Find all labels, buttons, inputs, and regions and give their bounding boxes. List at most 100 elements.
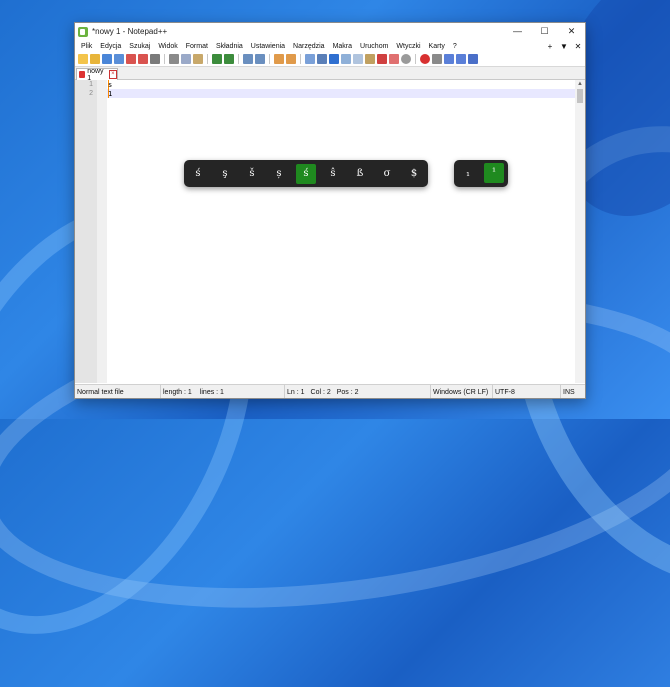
status-length-lines: length : 1 lines : 1	[161, 385, 285, 398]
zoom-in-icon[interactable]	[274, 54, 284, 64]
scroll-thumb[interactable]	[577, 89, 583, 103]
new-tab-button[interactable]: +	[543, 42, 557, 51]
accent-option[interactable]: š	[242, 164, 262, 184]
undo-icon[interactable]	[212, 54, 222, 64]
status-ln: Ln : 1	[287, 388, 305, 396]
menu-skladnia[interactable]: Składnia	[212, 43, 247, 50]
toolbar-separator	[269, 54, 270, 64]
zoom-out-icon[interactable]	[286, 54, 296, 64]
cut-icon[interactable]	[169, 54, 179, 64]
doc-map-icon[interactable]	[353, 54, 363, 64]
replace-icon[interactable]	[255, 54, 265, 64]
close-file-icon[interactable]	[126, 54, 136, 64]
menu-bar: Plik Edycja Szukaj Widok Format Składnia…	[75, 40, 585, 52]
status-pos: Pos : 2	[336, 388, 359, 396]
title-bar[interactable]: *nowy 1 - Notepad++ — ☐ ✕	[75, 23, 585, 40]
fold-margin	[97, 80, 107, 383]
line-number-gutter: 1 2	[75, 80, 97, 383]
status-col: Col : 2	[310, 388, 331, 396]
menu-makra[interactable]: Makra	[329, 43, 356, 50]
status-encoding[interactable]: UTF-8	[493, 385, 561, 398]
accent-option[interactable]: ś	[188, 164, 208, 184]
menu-right-controls: + ▼ ✕	[543, 42, 585, 51]
menu-narzedzia[interactable]: Narzędzia	[289, 43, 329, 50]
copy-icon[interactable]	[181, 54, 191, 64]
menu-edycja[interactable]: Edycja	[96, 43, 125, 50]
tab-nowy-1[interactable]: nowy 1 ×	[76, 68, 118, 82]
status-ins[interactable]: INS	[561, 385, 585, 398]
menu-widok[interactable]: Widok	[154, 43, 181, 50]
accent-option[interactable]: σ	[377, 164, 397, 184]
word-wrap-icon[interactable]	[317, 54, 327, 64]
toolbar-separator	[300, 54, 301, 64]
menu-ustawienia[interactable]: Ustawienia	[247, 43, 289, 50]
accent-option-selected[interactable]: ś	[296, 164, 316, 184]
accent-option[interactable]: ß	[350, 164, 370, 184]
monitor-icon[interactable]	[389, 54, 399, 64]
new-file-icon[interactable]	[78, 54, 88, 64]
close-all-icon[interactable]	[138, 54, 148, 64]
index-picker-popup: ₁ ¹	[454, 160, 508, 187]
function-list-icon[interactable]	[365, 54, 375, 64]
line-number: 2	[89, 90, 93, 97]
notepad-window: *nowy 1 - Notepad++ — ☐ ✕ Plik Edycja Sz…	[74, 22, 586, 399]
toolbar-separator	[415, 54, 416, 64]
tab-list-button[interactable]: ▼	[557, 42, 571, 51]
minimize-button[interactable]: —	[504, 23, 531, 40]
menu-szukaj[interactable]: Szukaj	[125, 43, 154, 50]
status-lines: lines : 1	[199, 388, 224, 396]
stop-recording-icon[interactable]	[432, 54, 442, 64]
accent-option[interactable]: ș	[269, 164, 289, 184]
sync-scroll-icon[interactable]	[305, 54, 315, 64]
save-icon[interactable]	[102, 54, 112, 64]
redo-icon[interactable]	[224, 54, 234, 64]
status-eol[interactable]: Windows (CR LF)	[431, 385, 493, 398]
superscript-option-selected[interactable]: ¹	[484, 163, 504, 183]
scroll-up-icon[interactable]: ▲	[577, 81, 583, 87]
subscript-option[interactable]: ₁	[458, 164, 478, 184]
accent-option[interactable]: ŝ	[323, 164, 343, 184]
folder-workspace-icon[interactable]	[377, 54, 387, 64]
paste-icon[interactable]	[193, 54, 203, 64]
tab-row: nowy 1 ×	[75, 67, 585, 82]
menu-karty[interactable]: Karty	[425, 43, 449, 50]
toolbar-separator	[207, 54, 208, 64]
editor-line[interactable]: 1	[108, 90, 112, 98]
accent-option[interactable]: $	[404, 164, 424, 184]
window-title: *nowy 1 - Notepad++	[92, 27, 168, 36]
find-icon[interactable]	[243, 54, 253, 64]
print-icon[interactable]	[150, 54, 160, 64]
line-number: 1	[89, 81, 93, 88]
save-all-icon[interactable]	[114, 54, 124, 64]
editor-line[interactable]: s	[108, 81, 112, 89]
open-file-icon[interactable]	[90, 54, 100, 64]
menu-uruchom[interactable]: Uruchom	[356, 43, 392, 50]
maximize-button[interactable]: ☐	[531, 23, 558, 40]
indent-guide-icon[interactable]	[341, 54, 351, 64]
status-bar: Normal text file length : 1 lines : 1 Ln…	[75, 384, 585, 398]
close-button[interactable]: ✕	[558, 23, 585, 40]
start-recording-icon[interactable]	[420, 54, 430, 64]
record-macro-icon[interactable]	[401, 54, 411, 64]
menu-plik[interactable]: Plik	[77, 43, 96, 50]
menu-format[interactable]: Format	[182, 43, 212, 50]
current-line-highlight	[107, 89, 575, 98]
toolbar-separator	[164, 54, 165, 64]
tab-close-icon[interactable]: ×	[108, 70, 117, 79]
status-file-type: Normal text file	[75, 385, 161, 398]
close-doc-button[interactable]: ✕	[571, 42, 585, 51]
accent-option[interactable]: ş	[215, 164, 235, 184]
menu-wtyczki[interactable]: Wtyczki	[392, 43, 424, 50]
unsaved-icon	[79, 71, 86, 78]
run-multiple-icon[interactable]	[456, 54, 466, 64]
status-position: Ln : 1 Col : 2 Pos : 2	[285, 385, 431, 398]
vertical-scrollbar[interactable]: ▲	[575, 80, 585, 383]
accent-picker-popup: ś ş š ș ś ŝ ß σ $	[184, 160, 428, 187]
toolbar-separator	[238, 54, 239, 64]
toolbar	[75, 52, 585, 67]
show-all-chars-icon[interactable]	[329, 54, 339, 64]
save-macro-icon[interactable]	[468, 54, 478, 64]
playback-icon[interactable]	[444, 54, 454, 64]
editor-area[interactable]: 1 2 s 1 ▲	[75, 80, 585, 383]
menu-help[interactable]: ?	[449, 43, 461, 50]
